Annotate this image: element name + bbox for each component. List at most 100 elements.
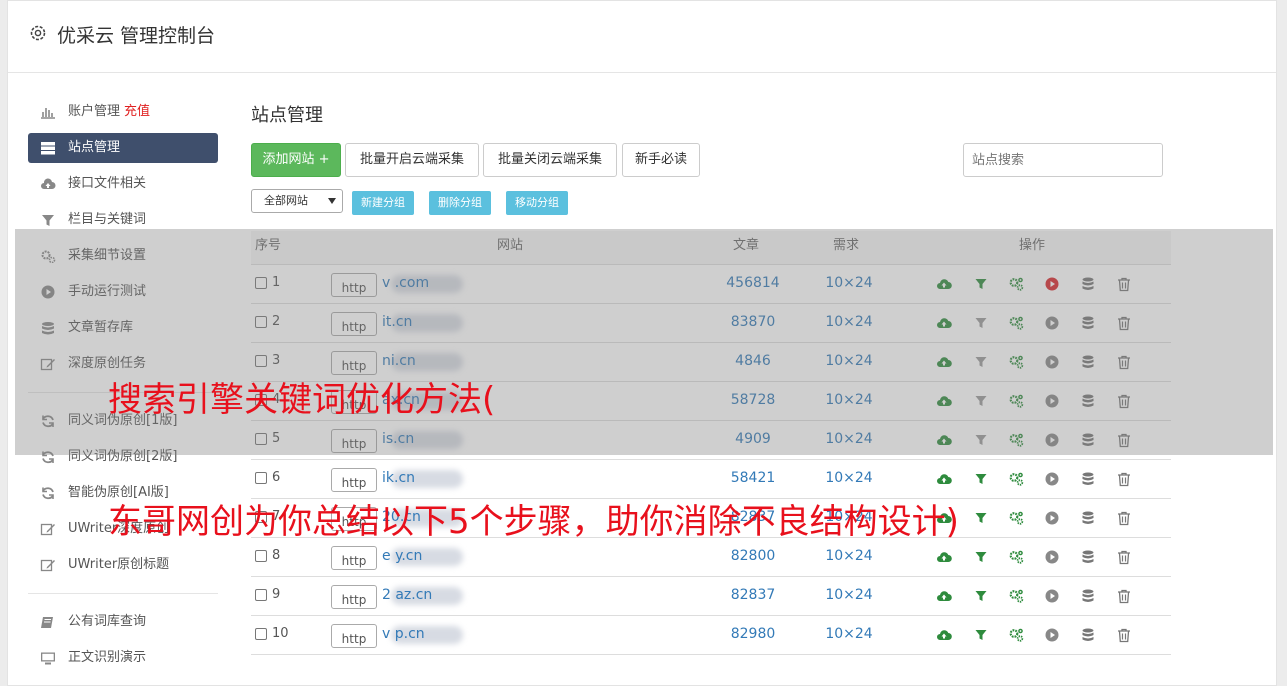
page-title: 站点管理	[251, 105, 323, 126]
edit-icon	[40, 523, 55, 536]
gears-icon[interactable]	[1008, 588, 1024, 604]
filter-icon	[42, 215, 54, 226]
overlay-band	[15, 229, 1273, 455]
gears-icon[interactable]	[1008, 627, 1024, 643]
row-number: 9	[272, 587, 281, 602]
trash-icon[interactable]	[1116, 627, 1132, 643]
sidebar-item-label: 接口文件相关	[68, 176, 147, 191]
table-row: 9 http 2 az.cn 82837 10×24	[251, 577, 1171, 616]
database-icon[interactable]	[1080, 510, 1096, 526]
database-icon[interactable]	[1080, 471, 1096, 487]
header: 优采云 管理控制台	[8, 1, 1276, 73]
main-panel: 站点管理 添加网站 + 批量开启云端采集 批量关闭云端采集 新手必读 全部网站 …	[251, 101, 1181, 655]
group-select[interactable]: 全部网站	[251, 189, 343, 213]
scheme-button[interactable]: http	[331, 585, 377, 609]
article-count-link[interactable]: 82980	[723, 626, 783, 642]
sidebar-item-label: 站点管理	[68, 140, 121, 155]
filter-icon[interactable]	[973, 471, 989, 487]
sidebar-divider	[28, 593, 218, 594]
article-count-link[interactable]: 58421	[723, 470, 783, 486]
cloud-upload-icon	[41, 178, 56, 189]
scheme-button[interactable]: http	[331, 546, 377, 570]
batch-open-cloud-button[interactable]: 批量开启云端采集	[345, 143, 479, 177]
cloud-upload-icon[interactable]	[936, 627, 952, 643]
gears-icon[interactable]	[1008, 510, 1024, 526]
play-icon[interactable]	[1044, 588, 1060, 604]
gears-icon[interactable]	[1008, 471, 1024, 487]
group-toolbar: 全部网站 新建分组 删除分组 移动分组	[251, 189, 851, 215]
overlay-title-line-2: 东哥网创为你总结以下5个步骤，助你消除不良结构设计)	[108, 502, 959, 542]
sidebar-item-label: UWriter原创标题	[68, 557, 170, 572]
sidebar-item-label: 公有词库查询	[68, 614, 147, 629]
play-icon[interactable]	[1044, 627, 1060, 643]
demand-link[interactable]: 10×24	[819, 587, 879, 603]
scheme-button[interactable]: http	[331, 624, 377, 648]
filter-icon[interactable]	[973, 627, 989, 643]
trash-icon[interactable]	[1116, 588, 1132, 604]
trash-icon[interactable]	[1116, 510, 1132, 526]
sidebar-item-sidebar-items3-1[interactable]: 正文识别演示	[28, 640, 218, 676]
site-search-input[interactable]	[963, 143, 1163, 177]
row-number: 8	[272, 548, 281, 563]
play-icon[interactable]	[1044, 549, 1060, 565]
row-checkbox[interactable]	[255, 550, 267, 562]
delete-group-button[interactable]: 删除分组	[429, 191, 491, 215]
row-number: 6	[272, 470, 281, 485]
server-icon	[41, 142, 55, 155]
scheme-button[interactable]: http	[331, 468, 377, 492]
row-checkbox[interactable]	[255, 628, 267, 640]
row-checkbox[interactable]	[255, 472, 267, 484]
app-title: 优采云 管理控制台	[57, 25, 216, 47]
demand-link[interactable]: 10×24	[819, 470, 879, 486]
play-icon[interactable]	[1044, 471, 1060, 487]
add-site-button[interactable]: 添加网站 +	[251, 143, 341, 177]
new-group-button[interactable]: 新建分组	[352, 191, 414, 215]
group-select-value: 全部网站	[264, 194, 308, 207]
sidebar-item-sidebar-items2-4[interactable]: UWriter原创标题	[28, 547, 218, 583]
sidebar-item-label: 栏目与关键词	[68, 212, 147, 227]
row-checkbox[interactable]	[255, 589, 267, 601]
sidebar-item-label: 正文识别演示	[68, 650, 147, 665]
overlay-title-line-1: 搜索引擎关键词优化方法(	[108, 380, 496, 420]
demand-link[interactable]: 10×24	[819, 548, 879, 564]
sidebar-item-sidebar-items-2[interactable]: 接口文件相关	[28, 166, 218, 202]
book-icon	[41, 617, 53, 628]
database-icon[interactable]	[1080, 588, 1096, 604]
database-icon[interactable]	[1080, 549, 1096, 565]
beginner-guide-button[interactable]: 新手必读	[622, 143, 700, 177]
sidebar-item-sidebar-items-0[interactable]: 账户管理 充值	[28, 94, 218, 130]
batch-close-cloud-button[interactable]: 批量关闭云端采集	[483, 143, 617, 177]
refresh-icon	[42, 487, 54, 500]
bar-chart-icon	[41, 108, 55, 119]
filter-icon[interactable]	[973, 510, 989, 526]
cloud-upload-icon[interactable]	[936, 471, 952, 487]
site-domain-link[interactable]: e y.cn	[382, 548, 422, 564]
sidebar-item-sidebar-items-1[interactable]: 站点管理	[28, 133, 218, 163]
site-domain-link[interactable]: ik.cn	[382, 470, 415, 486]
cloud-upload-icon[interactable]	[936, 549, 952, 565]
article-count-link[interactable]: 82837	[723, 587, 783, 603]
gear-icon	[30, 25, 46, 41]
database-icon[interactable]	[1080, 627, 1096, 643]
chevron-down-icon	[328, 198, 336, 204]
edit-icon	[40, 559, 55, 572]
demand-link[interactable]: 10×24	[819, 626, 879, 642]
cloud-upload-icon[interactable]	[936, 588, 952, 604]
row-number: 10	[272, 626, 289, 641]
site-domain-link[interactable]: 2 az.cn	[382, 587, 432, 603]
play-icon[interactable]	[1044, 510, 1060, 526]
monitor-icon	[41, 652, 55, 665]
gears-icon[interactable]	[1008, 549, 1024, 565]
article-count-link[interactable]: 82800	[723, 548, 783, 564]
move-group-button[interactable]: 移动分组	[506, 191, 568, 215]
table-row: 8 http e y.cn 82800 10×24	[251, 538, 1171, 577]
recharge-link[interactable]: 充值	[124, 104, 150, 119]
site-domain-link[interactable]: v p.cn	[382, 626, 425, 642]
filter-icon[interactable]	[973, 549, 989, 565]
filter-icon[interactable]	[973, 588, 989, 604]
trash-icon[interactable]	[1116, 471, 1132, 487]
trash-icon[interactable]	[1116, 549, 1132, 565]
sidebar-item-sidebar-items3-0[interactable]: 公有词库查询	[28, 604, 218, 640]
table-row: 10 http v p.cn 82980 10×24	[251, 616, 1171, 655]
sidebar-item-label: 账户管理	[68, 104, 121, 119]
